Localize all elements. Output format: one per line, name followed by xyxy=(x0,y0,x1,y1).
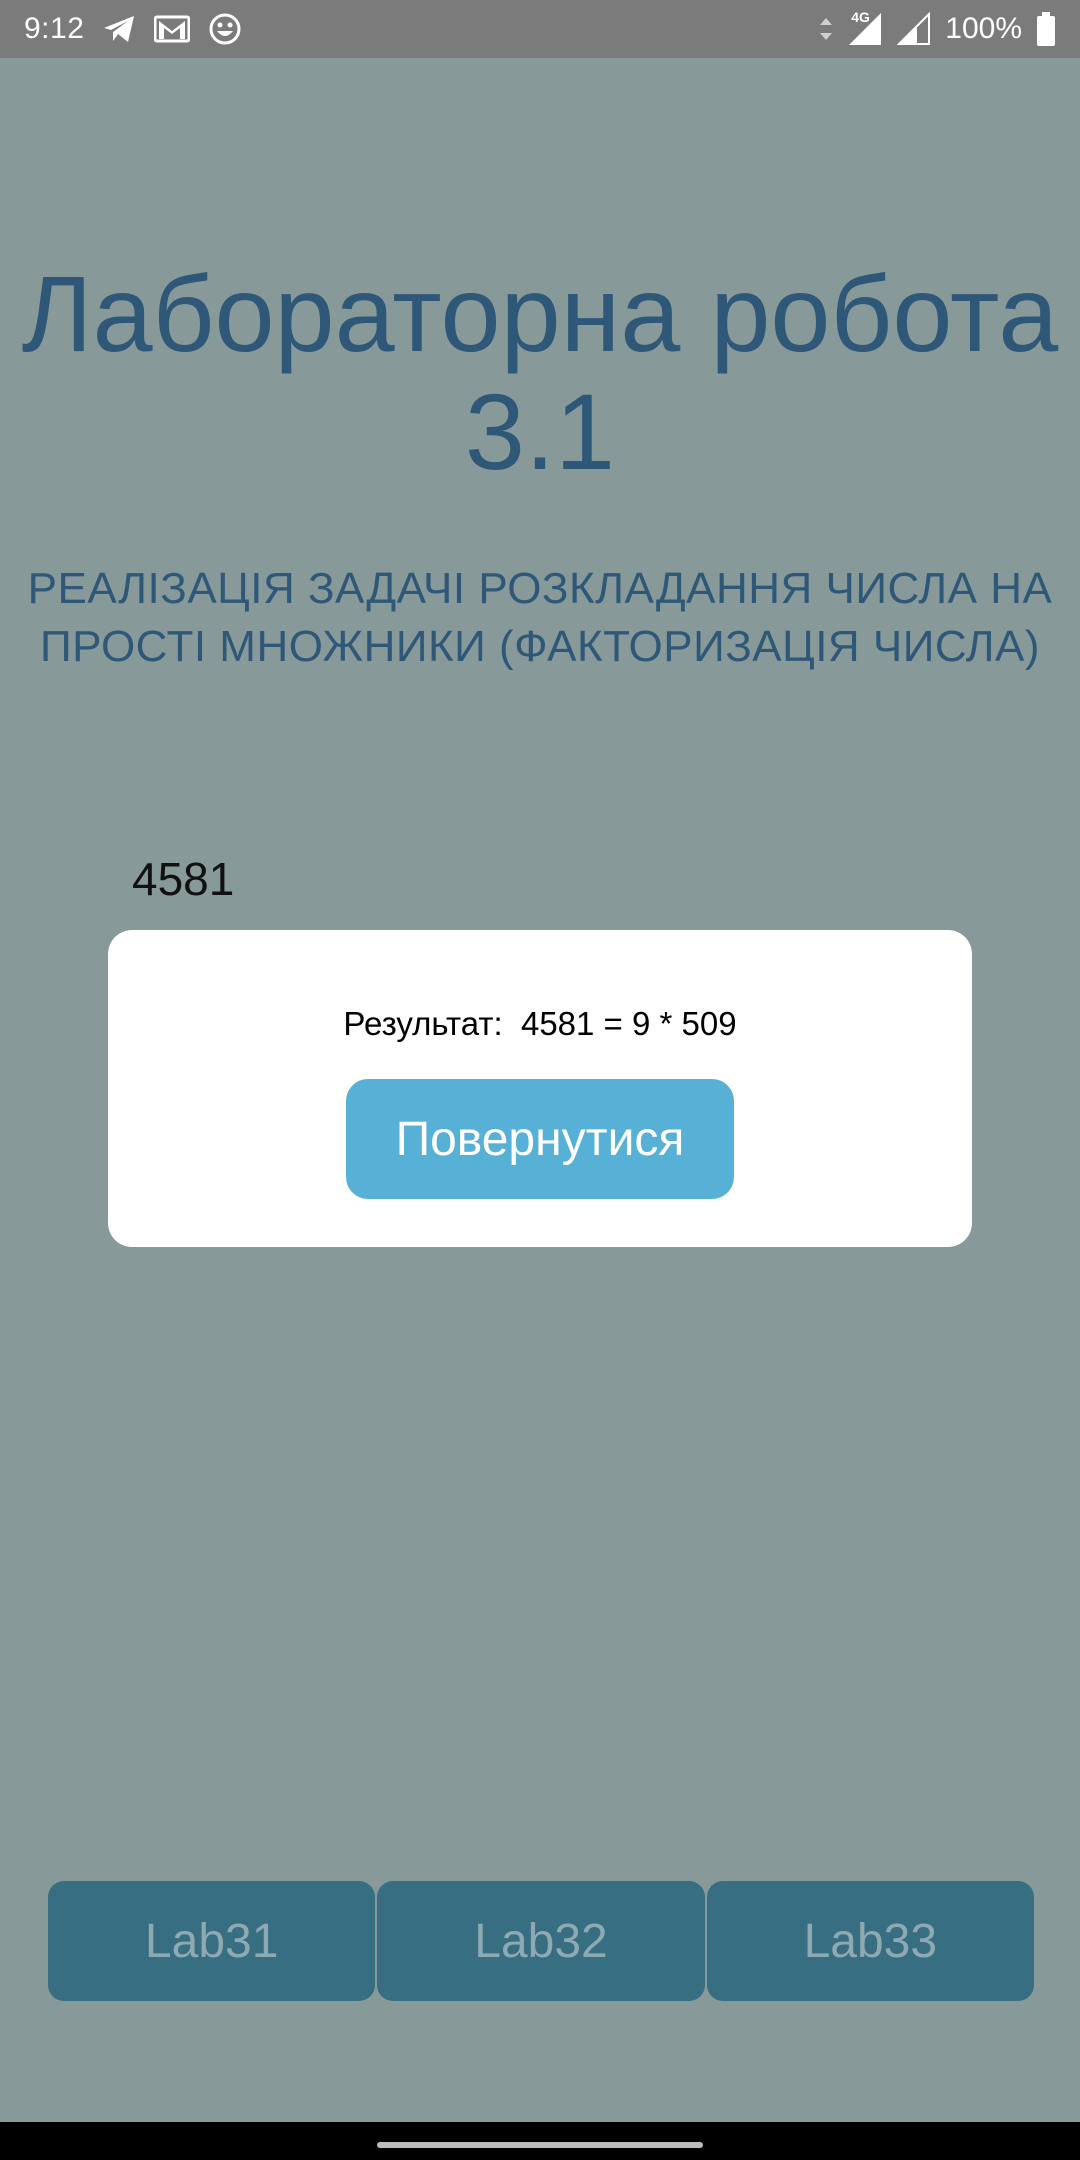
result-text: Результат: 4581 = 9 * 509 xyxy=(343,1005,737,1042)
page-subtitle: РЕАЛІЗАЦІЯ ЗАДАЧІ РОЗКЛАДАННЯ ЧИСЛА НА П… xyxy=(27,564,1053,671)
tab-lab31[interactable]: Lab31 xyxy=(48,1881,376,2001)
network-label: 4G xyxy=(851,9,870,25)
gmail-icon xyxy=(154,15,191,43)
tab-lab32[interactable]: Lab32 xyxy=(377,1881,705,2001)
battery-percent: 100% xyxy=(945,12,1022,45)
data-arrows-icon xyxy=(819,16,833,42)
tab-lab33[interactable]: Lab33 xyxy=(706,1881,1034,2001)
status-time: 9:12 xyxy=(24,12,85,45)
battery-icon xyxy=(1036,12,1056,46)
status-right: 4G 100% xyxy=(819,0,1056,58)
status-bar: 9:12 4G 100% xyxy=(0,0,1080,58)
number-input-value[interactable]: 4581 xyxy=(132,852,234,906)
page-title: Лабораторна робота 3.1 xyxy=(21,253,1059,492)
signal-4g-icon: 4G xyxy=(847,9,883,47)
home-gesture-handle[interactable] xyxy=(377,2142,703,2148)
status-left: 9:12 xyxy=(24,0,242,58)
result-dialog: Результат: 4581 = 9 * 509 Повернутися xyxy=(108,930,972,1247)
lab-tabs: Lab31 Lab32 Lab33 xyxy=(48,1881,1034,2001)
back-button[interactable]: Повернутися xyxy=(346,1079,734,1199)
emoji-icon xyxy=(208,12,242,46)
telegram-icon xyxy=(102,14,136,44)
navigation-bar xyxy=(0,2122,1080,2160)
signal-icon xyxy=(897,12,931,46)
screen: 9:12 4G 100% Лабораторна робота 3.1 РЕАЛ… xyxy=(0,0,1080,2160)
